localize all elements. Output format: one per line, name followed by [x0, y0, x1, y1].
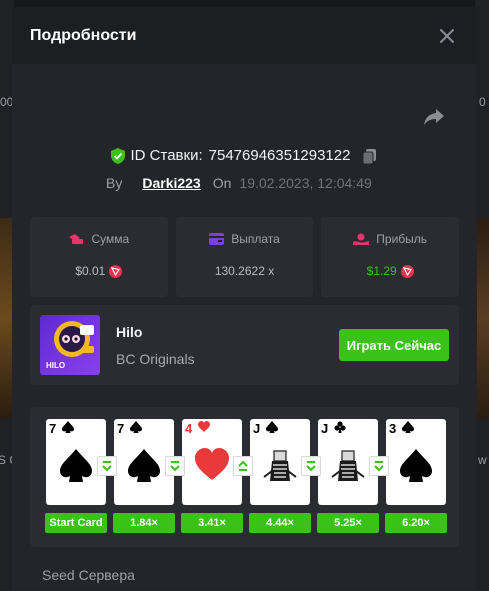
- lower-arrow-icon: [301, 456, 321, 476]
- stat-profit-label: Прибыль: [376, 232, 428, 246]
- wallet-icon: [209, 233, 225, 245]
- spade-icon: [128, 449, 160, 482]
- card-rank: 7: [49, 421, 57, 436]
- card-history: 7 Start Card 7 1.84× 4 3.41× J 4.44× J 5.25× 3 6.20…: [30, 407, 459, 547]
- close-button[interactable]: [435, 24, 459, 48]
- spade-suit-icon: [402, 421, 414, 433]
- heart-icon: [195, 448, 229, 480]
- card-multiplier: 6.20×: [385, 513, 447, 533]
- copy-icon[interactable]: [362, 148, 378, 164]
- game-name[interactable]: Hilo: [116, 324, 142, 340]
- spade-suit-icon: [130, 421, 142, 433]
- card-multiplier: 3.41×: [181, 513, 243, 533]
- stat-payout-label: Выплата: [231, 232, 280, 246]
- bet-id-value: 75476946351293122: [208, 147, 351, 164]
- bet-author-row: By Darki223 On 19.02.2023, 12:04:49: [106, 175, 372, 191]
- trx-icon: [400, 264, 414, 278]
- spade-icon: [400, 449, 432, 482]
- stat-wager: Сумма $0.01: [30, 217, 168, 297]
- bet-stats: Сумма $0.01 Выплата 130.2622 x Прибыль $…: [30, 217, 460, 297]
- club-suit-icon: [334, 421, 346, 433]
- card-rank: 4: [185, 421, 193, 436]
- card-multiplier: 5.25×: [317, 513, 379, 533]
- stat-wager-label: Сумма: [91, 232, 130, 246]
- card-rank: 3: [389, 421, 397, 436]
- modal-body: ID Ставки: 75476946351293122 By Darki223…: [12, 65, 477, 591]
- heart-suit-icon: [198, 421, 210, 432]
- profit-icon: [353, 233, 370, 245]
- modal-title: Подробности: [30, 26, 137, 44]
- bet-details-modal: Подробности ID Ставки: 75476946351293122: [12, 7, 477, 591]
- card-multiplier: 1.84×: [113, 513, 175, 533]
- card-multiplier: Start Card: [45, 513, 107, 533]
- higher-arrow-icon: [233, 456, 253, 476]
- bet-id-label: ID Ставки:: [130, 147, 203, 164]
- background-game-thumb-right: [475, 218, 489, 418]
- bet-id-row: ID Ставки: 75476946351293122: [12, 147, 477, 164]
- modal-header: Подробности: [12, 7, 477, 65]
- background-text: w: [478, 453, 487, 467]
- stat-payout-value: 130.2622 x: [214, 264, 275, 278]
- spade-suit-icon: [266, 421, 278, 433]
- spade-suit-icon: [62, 421, 74, 433]
- wager-icon: [69, 234, 84, 244]
- shield-check-icon: [110, 147, 125, 164]
- play-now-button[interactable]: Играть Сейчас: [339, 329, 449, 361]
- close-icon: [440, 28, 454, 43]
- lower-arrow-icon: [97, 456, 117, 476]
- jack-face-icon: [331, 449, 365, 481]
- game-panel: HILO Hilo BC Originals Играть Сейчас: [30, 305, 459, 385]
- bet-date: 19.02.2023, 12:04:49: [239, 175, 372, 191]
- stat-payout: Выплата 130.2622 x: [175, 217, 314, 297]
- lower-arrow-icon: [165, 456, 185, 476]
- card-multiplier: 4.44×: [249, 513, 311, 533]
- card-rank: 7: [117, 421, 125, 436]
- spade-icon: [60, 449, 92, 482]
- lower-arrow-icon: [369, 456, 389, 476]
- share-button[interactable]: [423, 107, 447, 131]
- game-thumbnail[interactable]: HILO: [40, 315, 100, 375]
- game-thumbnail-label: HILO: [46, 361, 66, 370]
- card-rank: J: [253, 421, 261, 436]
- trx-icon: [109, 264, 123, 278]
- playing-card: 3: [386, 419, 446, 505]
- jack-face-icon: [263, 449, 297, 481]
- card-rank: J: [321, 421, 329, 436]
- background-text: 0: [479, 95, 486, 109]
- share-icon: [424, 109, 444, 125]
- stat-profit: Прибыль $1.29: [321, 217, 460, 297]
- on-label: On: [212, 175, 232, 191]
- user-link[interactable]: Darki223: [142, 175, 200, 191]
- by-label: By: [106, 175, 123, 191]
- stat-profit-value: $1.29: [366, 264, 397, 278]
- stat-wager-value: $0.01: [75, 264, 106, 278]
- server-seed-label: Seed Сервера: [42, 567, 135, 583]
- game-provider: BC Originals: [116, 351, 195, 367]
